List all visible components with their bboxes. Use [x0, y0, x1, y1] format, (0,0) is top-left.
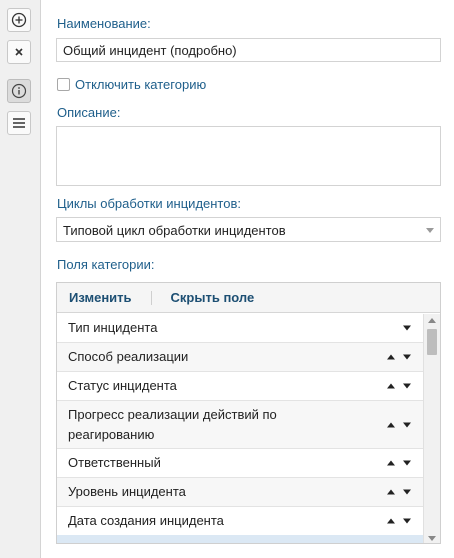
move-down-icon[interactable] — [403, 460, 411, 466]
grid-rows: Тип инцидента Способ реализации Статус инц… — [57, 314, 424, 536]
reorder-controls — [387, 383, 411, 389]
cycles-label: Циклы обработки инцидентов: — [57, 196, 241, 211]
move-up-icon[interactable] — [387, 422, 395, 427]
table-row[interactable]: Статус инцидента — [57, 372, 424, 401]
table-row[interactable]: Уровень инцидента — [57, 478, 424, 507]
add-button[interactable] — [7, 8, 31, 32]
table-row[interactable]: Тип инцидента — [57, 314, 424, 343]
field-name: Тип инцидента — [68, 320, 158, 335]
scroll-thumb[interactable] — [427, 329, 437, 355]
add-circle-icon — [11, 12, 27, 28]
grid-scrollbar[interactable] — [423, 314, 440, 543]
menu-button[interactable] — [7, 111, 31, 135]
move-down-icon[interactable] — [403, 354, 411, 360]
reorder-controls — [387, 518, 411, 524]
move-down-icon[interactable] — [403, 383, 411, 389]
selected-row-partial[interactable] — [57, 535, 424, 543]
table-row[interactable]: Прогресс реализации действий по реагиров… — [57, 401, 424, 449]
cycles-select[interactable]: Типовой цикл обработки инцидентов — [56, 217, 441, 242]
field-name: Прогресс реализации действий по реагиров… — [68, 406, 277, 442]
disable-category-checkbox[interactable] — [57, 77, 70, 91]
field-name: Статус инцидента — [68, 378, 177, 393]
move-up-icon[interactable] — [387, 354, 395, 360]
move-down-icon[interactable] — [403, 422, 411, 427]
field-name: Способ реализации — [68, 349, 189, 364]
chevron-down-icon — [426, 228, 434, 233]
disable-category-label[interactable]: Отключить категорию — [75, 77, 206, 92]
name-field[interactable]: Общий инцидент (подробно) — [56, 38, 441, 62]
move-down-icon[interactable] — [403, 325, 411, 331]
field-name: Уровень инцидента — [68, 484, 186, 499]
menu-icon — [13, 118, 25, 128]
description-field[interactable] — [56, 126, 441, 186]
move-up-icon[interactable] — [387, 489, 395, 495]
scroll-down-icon[interactable] — [428, 536, 436, 541]
field-name: Ответственный — [68, 455, 161, 470]
move-down-icon[interactable] — [403, 518, 411, 524]
table-row[interactable]: Дата создания инцидента — [57, 507, 424, 536]
reorder-controls — [387, 460, 411, 466]
info-button[interactable] — [7, 79, 31, 103]
move-up-icon[interactable] — [387, 460, 395, 466]
info-icon — [11, 83, 27, 99]
table-row[interactable]: Способ реализации — [57, 343, 424, 372]
scroll-up-icon[interactable] — [428, 318, 436, 323]
left-toolbar — [0, 0, 41, 558]
disable-category-row[interactable]: Отключить категорию — [57, 75, 206, 93]
grid-toolbar: Изменить Скрыть поле — [57, 283, 440, 313]
hide-field-button[interactable]: Скрыть поле — [171, 290, 255, 305]
name-label: Наименование: — [57, 16, 151, 31]
cycles-select-value: Типовой цикл обработки инцидентов — [63, 223, 286, 238]
reorder-controls — [387, 489, 411, 495]
description-label: Описание: — [57, 105, 121, 120]
table-row[interactable]: Ответственный — [57, 449, 424, 478]
toolbar-divider — [150, 290, 152, 305]
reorder-controls — [387, 422, 411, 427]
category-fields-grid: Изменить Скрыть поле Тип инцидента Способ… — [56, 282, 441, 544]
move-up-icon[interactable] — [387, 383, 395, 389]
close-icon — [15, 48, 23, 56]
reorder-controls — [387, 325, 411, 331]
reorder-controls — [387, 354, 411, 360]
field-name: Дата создания инцидента — [68, 513, 224, 528]
move-up-icon[interactable] — [387, 518, 395, 524]
move-down-icon[interactable] — [403, 489, 411, 495]
close-button[interactable] — [7, 40, 31, 64]
category-fields-label: Поля категории: — [57, 257, 155, 272]
edit-button[interactable]: Изменить — [69, 290, 132, 305]
